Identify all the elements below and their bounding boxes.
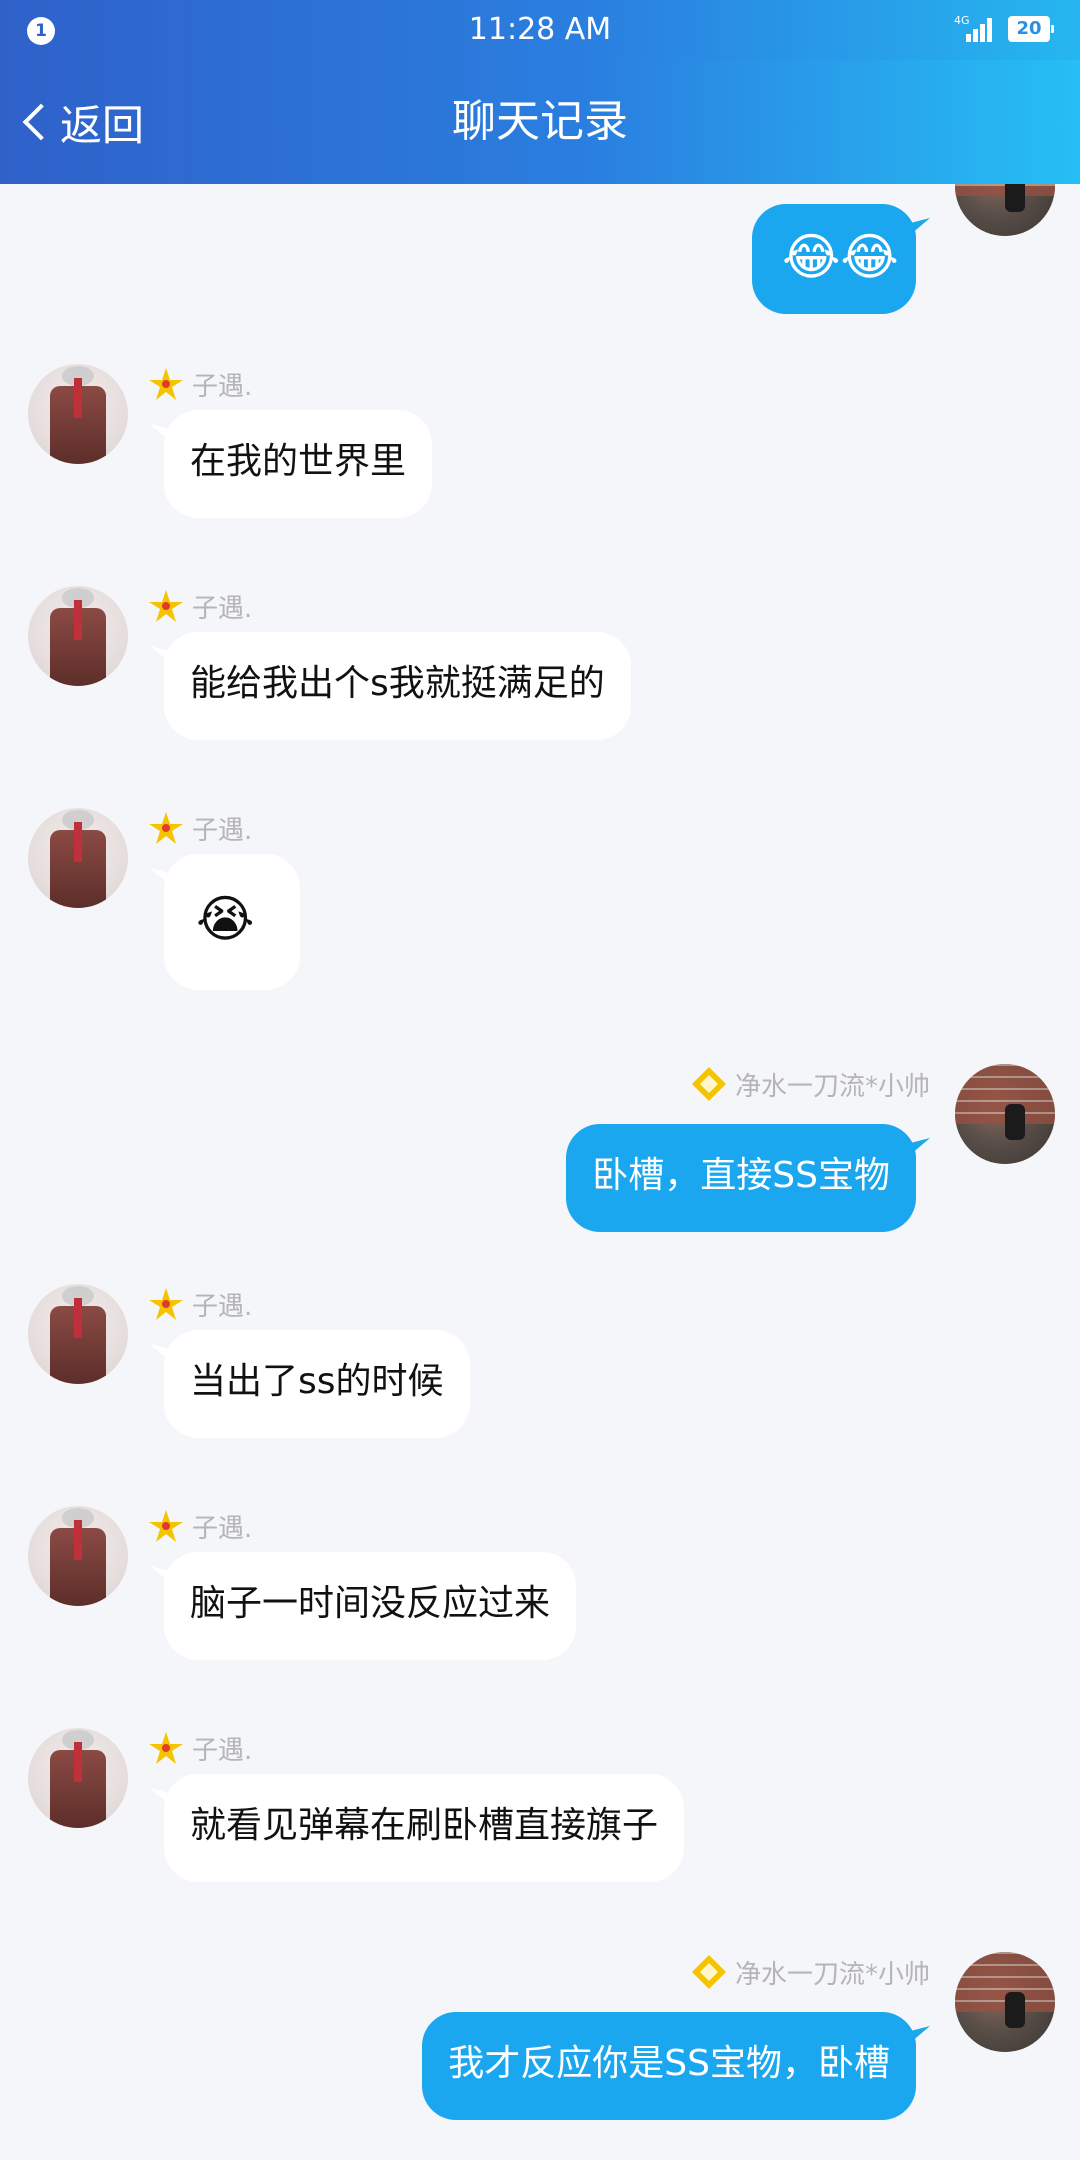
message-bubble[interactable]: 😂😂 (752, 204, 916, 314)
message-bubble[interactable]: 就看见弹幕在刷卧槽直接旗子 (164, 1774, 685, 1882)
avatar[interactable] (28, 1506, 128, 1606)
diamond-rank-icon (691, 1955, 726, 1989)
page-title: 聊天记录 (452, 96, 628, 147)
message-bubble[interactable]: 脑子一时间没反应过来 (164, 1552, 577, 1660)
avatar[interactable] (28, 586, 128, 686)
avatar[interactable] (28, 808, 128, 908)
star-rank-icon (149, 368, 183, 400)
message-bubble[interactable]: 能给我出个s我就挺满足的 (164, 632, 631, 740)
signal-icon (966, 18, 996, 42)
sender-name: 净水一刀流*小帅 (734, 1959, 930, 1990)
message-bubble[interactable]: 我才反应你是SS宝物，卧槽 (422, 2012, 916, 2120)
star-rank-icon (149, 1510, 183, 1542)
message-bubble[interactable]: 😭 (164, 854, 300, 990)
chat-history[interactable]: 😂😂 子遇. 在我的世界里 子遇. 能给我出个s我就挺满足的 子遇. 😭 净水一… (0, 184, 1080, 2160)
sender-name: 子遇. (192, 815, 253, 846)
title-bar: 返回 聊天记录 (0, 60, 1080, 184)
avatar[interactable] (28, 1728, 128, 1828)
avatar[interactable] (28, 364, 128, 464)
message-bubble[interactable]: 在我的世界里 (164, 410, 433, 518)
avatar[interactable] (955, 1952, 1055, 2052)
message-bubble[interactable]: 卧槽，直接SS宝物 (566, 1124, 916, 1232)
sender-name: 子遇. (192, 371, 253, 402)
sender-name: 子遇. (192, 1291, 253, 1322)
status-time: 11:28 AM (468, 12, 612, 47)
status-bar: 1 11:28 AM 4G 20 (0, 0, 1080, 60)
avatar[interactable] (955, 184, 1055, 236)
battery-icon: 20 (1008, 16, 1054, 42)
diamond-rank-icon (691, 1067, 726, 1101)
sender-name: 子遇. (192, 593, 253, 624)
sender-name: 净水一刀流*小帅 (734, 1071, 930, 1102)
star-rank-icon (149, 812, 183, 844)
sender-name: 子遇. (192, 1735, 253, 1766)
star-rank-icon (149, 1732, 183, 1764)
star-rank-icon (149, 1288, 183, 1320)
sender-name: 子遇. (192, 1513, 253, 1544)
avatar[interactable] (955, 1064, 1055, 1164)
star-rank-icon (149, 590, 183, 622)
avatar[interactable] (28, 1284, 128, 1384)
message-bubble[interactable]: 当出了ss的时候 (164, 1330, 470, 1438)
